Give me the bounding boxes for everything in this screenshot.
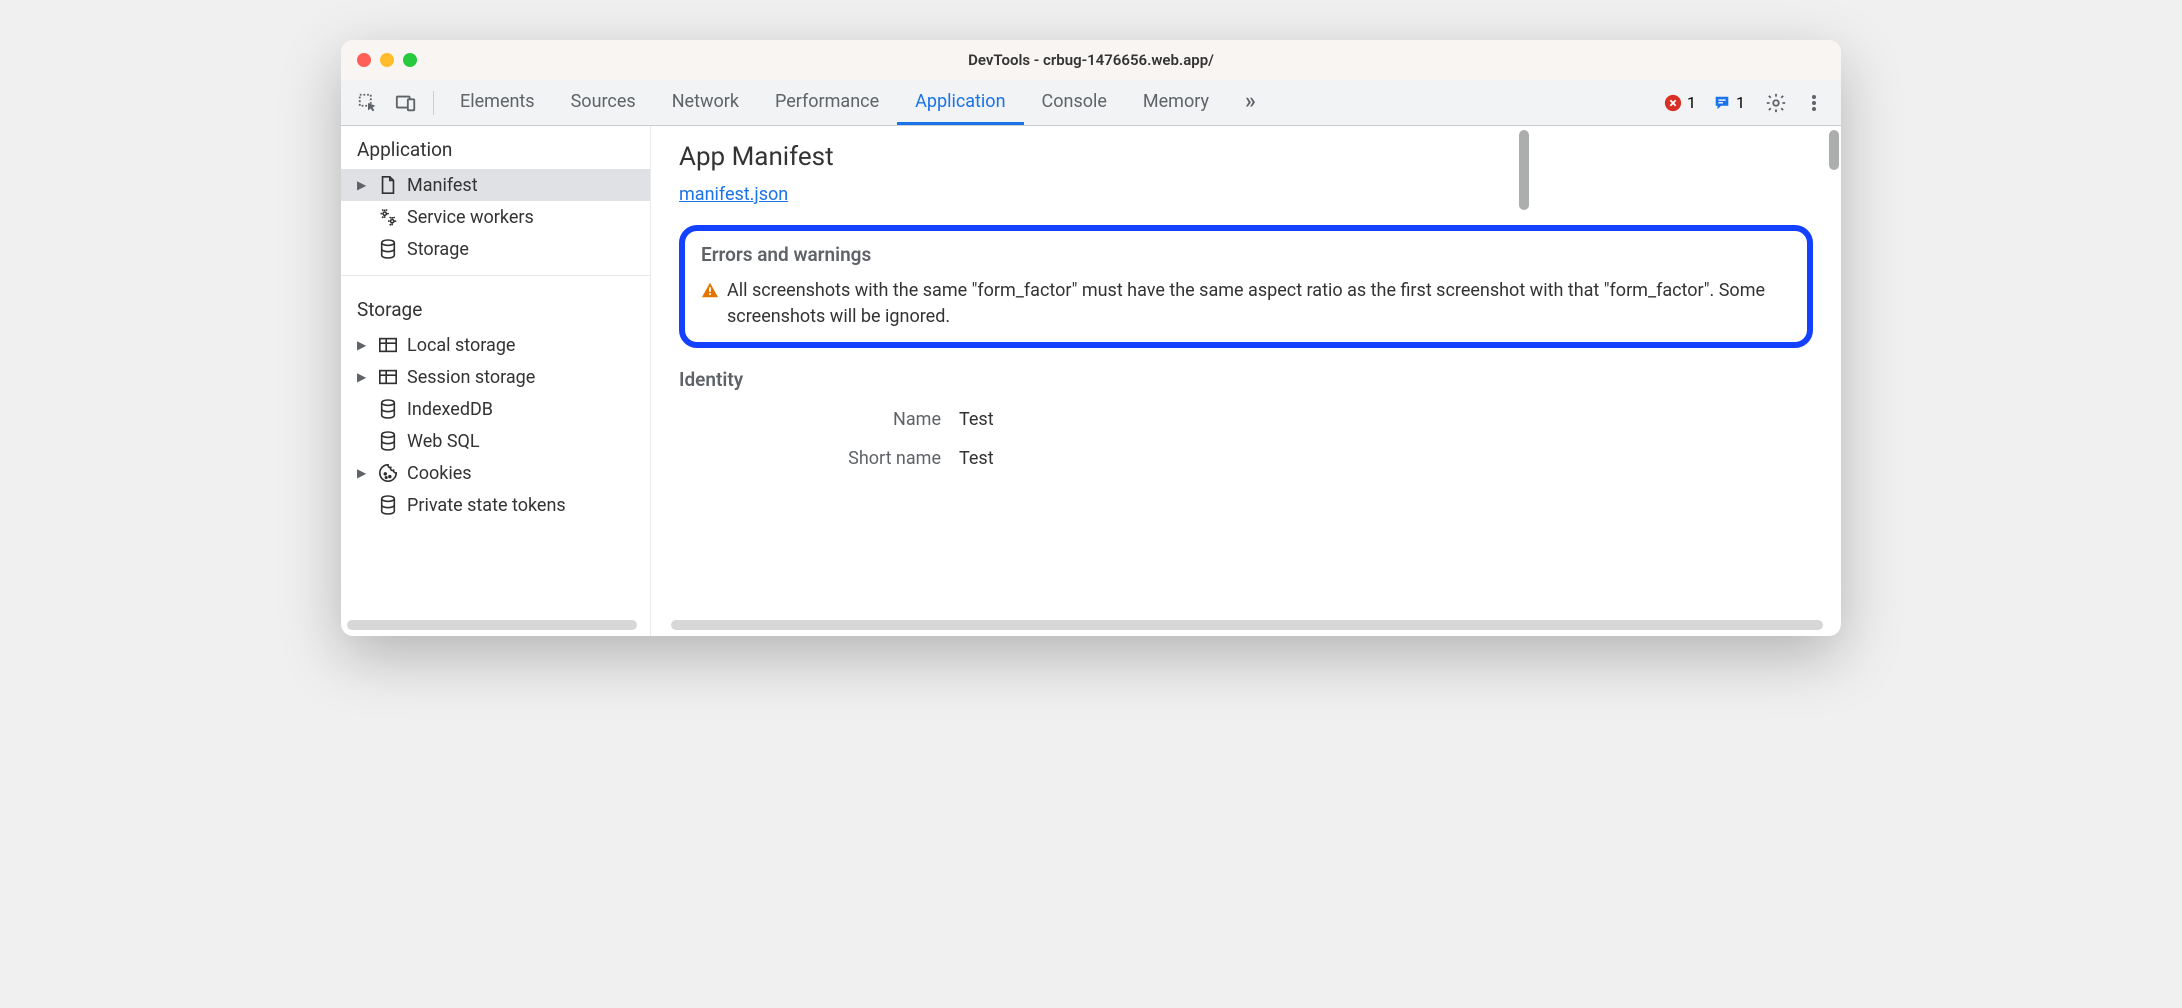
error-icon bbox=[1663, 93, 1683, 113]
chevron-right-icon: ▶ bbox=[357, 466, 369, 480]
sidebar-item-web-sql[interactable]: Web SQL bbox=[341, 425, 650, 457]
database-icon bbox=[377, 238, 399, 260]
sidebar-item-private-state-tokens[interactable]: Private state tokens bbox=[341, 489, 650, 521]
cookie-icon bbox=[377, 462, 399, 484]
tab-elements[interactable]: Elements bbox=[442, 80, 553, 125]
errors-warnings-section: Errors and warnings All screenshots with… bbox=[679, 225, 1813, 348]
maximize-window-button[interactable] bbox=[403, 53, 417, 67]
toolbar: Elements Sources Network Performance App… bbox=[341, 80, 1841, 126]
issue-count: 1 bbox=[1736, 93, 1745, 112]
divider bbox=[341, 275, 650, 276]
tab-sources[interactable]: Sources bbox=[553, 80, 654, 125]
device-toolbar-icon[interactable] bbox=[393, 90, 419, 116]
issue-badge[interactable]: 1 bbox=[1712, 93, 1745, 113]
sidebar-item-label: Private state tokens bbox=[407, 495, 566, 516]
sidebar-item-manifest[interactable]: ▶ Manifest bbox=[341, 169, 650, 201]
main-scrollbar[interactable] bbox=[1829, 130, 1839, 170]
tab-performance[interactable]: Performance bbox=[757, 80, 897, 125]
sidebar-item-label: Service workers bbox=[407, 207, 534, 228]
sidebar-hscrollbar[interactable] bbox=[347, 620, 637, 630]
table-icon bbox=[377, 366, 399, 388]
main-panel: App Manifest manifest.json Errors and wa… bbox=[651, 126, 1841, 636]
tab-console[interactable]: Console bbox=[1024, 80, 1125, 125]
sidebar-item-label: Local storage bbox=[407, 335, 515, 356]
sidebar-item-session-storage[interactable]: ▶ Session storage bbox=[341, 361, 650, 393]
sidebar-item-indexeddb[interactable]: IndexedDB bbox=[341, 393, 650, 425]
more-tabs-button[interactable]: » bbox=[1227, 80, 1274, 125]
file-icon bbox=[377, 174, 399, 196]
sidebar-item-label: Web SQL bbox=[407, 431, 480, 452]
short-name-label: Short name bbox=[679, 448, 959, 469]
warning-row: All screenshots with the same "form_fact… bbox=[701, 278, 1791, 330]
issue-icon bbox=[1712, 93, 1732, 113]
window-title: DevTools - crbug-1476656.web.app/ bbox=[341, 51, 1841, 69]
page-title: App Manifest bbox=[679, 142, 1813, 172]
body: Application ▶ Manifest Service workers S… bbox=[341, 126, 1841, 636]
gears-icon bbox=[377, 206, 399, 228]
sidebar-item-label: Cookies bbox=[407, 463, 472, 484]
titlebar: DevTools - crbug-1476656.web.app/ bbox=[341, 40, 1841, 80]
sidebar-item-service-workers[interactable]: Service workers bbox=[341, 201, 650, 233]
sidebar-item-label: Session storage bbox=[407, 367, 535, 388]
sidebar: Application ▶ Manifest Service workers S… bbox=[341, 126, 651, 636]
kebab-menu-icon[interactable] bbox=[1801, 90, 1827, 116]
window-controls bbox=[357, 53, 417, 67]
chevron-right-icon: ▶ bbox=[357, 370, 369, 384]
sidebar-section-storage: Storage bbox=[341, 286, 650, 329]
main-hscrollbar[interactable] bbox=[671, 620, 1823, 630]
tab-memory[interactable]: Memory bbox=[1125, 80, 1227, 125]
manifest-link[interactable]: manifest.json bbox=[679, 184, 788, 205]
divider bbox=[433, 91, 434, 115]
database-icon bbox=[377, 494, 399, 516]
identity-shortname-row: Short name Test bbox=[679, 448, 1813, 469]
minimize-window-button[interactable] bbox=[380, 53, 394, 67]
sidebar-item-storage-app[interactable]: Storage bbox=[341, 233, 650, 265]
error-badge[interactable]: 1 bbox=[1663, 93, 1696, 113]
identity-section: Identity Name Test Short name Test bbox=[679, 368, 1813, 469]
table-icon bbox=[377, 334, 399, 356]
warning-icon bbox=[701, 281, 719, 307]
devtools-window: DevTools - crbug-1476656.web.app/ Elemen… bbox=[341, 40, 1841, 636]
errors-heading: Errors and warnings bbox=[701, 243, 1791, 266]
sidebar-item-label: IndexedDB bbox=[407, 399, 493, 420]
main-tabs: Elements Sources Network Performance App… bbox=[442, 80, 1274, 125]
sidebar-item-label: Storage bbox=[407, 239, 469, 260]
warning-text: All screenshots with the same "form_fact… bbox=[727, 278, 1791, 330]
name-label: Name bbox=[679, 409, 959, 430]
tab-application[interactable]: Application bbox=[897, 80, 1023, 125]
sidebar-item-local-storage[interactable]: ▶ Local storage bbox=[341, 329, 650, 361]
sidebar-section-application: Application bbox=[341, 126, 650, 169]
name-value: Test bbox=[959, 409, 994, 430]
database-icon bbox=[377, 398, 399, 420]
sidebar-item-cookies[interactable]: ▶ Cookies bbox=[341, 457, 650, 489]
tab-network[interactable]: Network bbox=[654, 80, 757, 125]
sidebar-item-label: Manifest bbox=[407, 175, 478, 196]
database-icon bbox=[377, 430, 399, 452]
chevron-right-icon: ▶ bbox=[357, 178, 369, 192]
short-name-value: Test bbox=[959, 448, 994, 469]
identity-name-row: Name Test bbox=[679, 409, 1813, 430]
inspect-element-icon[interactable] bbox=[355, 90, 381, 116]
close-window-button[interactable] bbox=[357, 53, 371, 67]
identity-heading: Identity bbox=[679, 368, 1813, 391]
chevron-right-icon: ▶ bbox=[357, 338, 369, 352]
error-count: 1 bbox=[1687, 93, 1696, 112]
settings-icon[interactable] bbox=[1763, 90, 1789, 116]
